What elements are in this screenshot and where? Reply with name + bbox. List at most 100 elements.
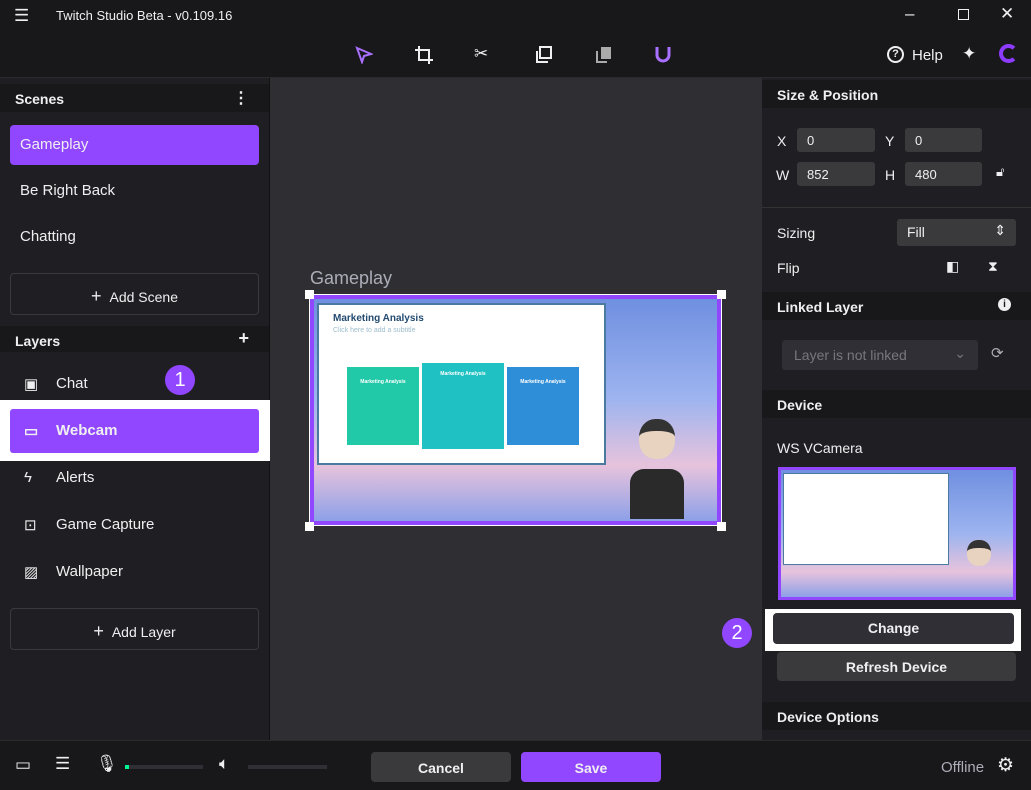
save-button[interactable]: Save bbox=[521, 752, 661, 782]
linked-layer-placeholder: Layer is not linked bbox=[794, 347, 907, 363]
refresh-device-button[interactable]: Refresh Device bbox=[777, 652, 1016, 681]
resize-handle[interactable] bbox=[717, 290, 726, 299]
linked-layer-title: Linked Layer bbox=[777, 299, 864, 315]
plus-icon: + bbox=[90, 286, 102, 306]
y-input[interactable]: 0 bbox=[905, 128, 982, 152]
layer-label: Alerts bbox=[56, 469, 95, 486]
camera-icon[interactable]: ▭ bbox=[15, 755, 31, 775]
slide: Marketing Analysis Click here to add a s… bbox=[317, 303, 606, 465]
layer-label: Chat bbox=[56, 375, 88, 392]
more-options-icon[interactable]: ⋮ bbox=[233, 88, 249, 108]
annotation-badge-2: 2 bbox=[722, 618, 752, 648]
add-layer-plus-icon[interactable]: + bbox=[238, 328, 249, 349]
add-layer-label: Add Layer bbox=[111, 624, 176, 640]
mixer-sliders-icon[interactable]: ☰ bbox=[55, 754, 70, 774]
lock-icon[interactable]: 🔓︎ bbox=[996, 164, 1004, 180]
close-icon[interactable]: ✕ bbox=[1000, 4, 1014, 24]
device-name: WS VCamera bbox=[777, 440, 863, 456]
slide-card: Marketing Analysis bbox=[347, 367, 419, 445]
crop-icon[interactable] bbox=[415, 46, 433, 64]
refresh-link-icon[interactable]: ⟳ bbox=[991, 344, 1004, 362]
speaker-icon[interactable]: 🔈︎ bbox=[219, 754, 229, 774]
plus-icon: + bbox=[93, 621, 104, 641]
thumbnail-slide bbox=[783, 473, 949, 565]
canvas-area: Gameplay Marketing Analysis Click here t… bbox=[270, 78, 762, 740]
scene-item-chatting[interactable]: Chatting bbox=[10, 217, 259, 257]
add-scene-button[interactable]: + Add Scene bbox=[10, 273, 259, 315]
settings-gear-icon[interactable]: ⚙ bbox=[997, 754, 1014, 777]
layers-header: Layers + bbox=[0, 326, 269, 352]
slide-card: Marketing Analysis bbox=[422, 363, 504, 449]
gamepad-icon: ⊡ bbox=[24, 517, 37, 534]
x-input[interactable]: 0 bbox=[797, 128, 875, 152]
properties-panel: Size & Position X 0 Y 0 W 852 H 480 🔓︎ S… bbox=[722, 78, 1031, 740]
flip-horizontal-icon[interactable]: ◧ bbox=[946, 258, 959, 275]
flip-vertical-icon[interactable]: ⧗ bbox=[988, 258, 998, 275]
minimize-icon[interactable]: – bbox=[905, 4, 914, 24]
resize-handle[interactable] bbox=[305, 290, 314, 299]
layers-stack-icon[interactable] bbox=[595, 46, 613, 64]
duplicate-icon[interactable] bbox=[535, 46, 553, 64]
hamburger-icon[interactable]: ☰ bbox=[14, 6, 29, 26]
w-input[interactable]: 852 bbox=[797, 162, 875, 186]
sizing-select[interactable]: Fill ⇕ bbox=[897, 219, 1016, 246]
slide-subtitle: Click here to add a subtitle bbox=[333, 327, 416, 334]
microphone-icon[interactable]: 🎙︎ bbox=[96, 754, 118, 774]
scenes-header: Scenes ⋮ bbox=[0, 84, 269, 112]
info-icon[interactable]: i bbox=[998, 298, 1011, 311]
y-label: Y bbox=[885, 133, 895, 149]
cancel-button[interactable]: Cancel bbox=[371, 752, 511, 782]
chevron-down-icon: ⌄ bbox=[954, 345, 966, 361]
title-bar: ☰ Twitch Studio Beta - v0.109.16 – ✕ bbox=[0, 0, 1031, 32]
sizing-label: Sizing bbox=[777, 225, 816, 241]
layer-item-webcam[interactable]: ▭ Webcam bbox=[10, 409, 259, 453]
slide-card: Marketing Analysis bbox=[507, 367, 579, 445]
alert-icon: ϟ bbox=[24, 469, 32, 486]
linked-layer-header: Linked Layer i bbox=[762, 292, 1031, 320]
layer-item-alerts[interactable]: ϟ Alerts bbox=[10, 456, 259, 500]
add-layer-button[interactable]: + Add Layer bbox=[10, 608, 259, 650]
maximize-icon[interactable] bbox=[958, 9, 969, 20]
slide-title: Marketing Analysis bbox=[333, 313, 424, 324]
resize-handle[interactable] bbox=[305, 522, 314, 531]
scenes-title: Scenes bbox=[15, 91, 65, 107]
x-label: X bbox=[777, 133, 787, 149]
scissors-icon[interactable]: ✂ bbox=[474, 44, 488, 64]
change-device-button[interactable]: Change bbox=[773, 613, 1014, 644]
h-input[interactable]: 480 bbox=[905, 162, 982, 186]
device-options-header[interactable]: Device Options bbox=[762, 702, 1031, 730]
sizing-value: Fill bbox=[907, 224, 925, 240]
help-icon[interactable]: ? bbox=[887, 46, 904, 63]
left-panel: Scenes ⋮ Gameplay Be Right Back Chatting … bbox=[0, 78, 271, 740]
profile-avatar[interactable] bbox=[999, 44, 1018, 63]
w-label: W bbox=[776, 167, 790, 183]
toolbar: ✂ ? Help ✦ bbox=[0, 32, 1031, 78]
help-button[interactable]: Help bbox=[912, 47, 943, 64]
layer-label: Wallpaper bbox=[56, 563, 123, 580]
layer-label: Game Capture bbox=[56, 516, 155, 533]
magnet-icon[interactable] bbox=[654, 45, 672, 65]
window-title: Twitch Studio Beta - v0.109.16 bbox=[56, 8, 233, 23]
avatar-body bbox=[630, 469, 684, 519]
webcam-preview[interactable]: Marketing Analysis Click here to add a s… bbox=[309, 294, 722, 526]
divider bbox=[762, 207, 1031, 208]
sparkle-icon[interactable]: ✦ bbox=[962, 44, 976, 64]
volume-slider[interactable] bbox=[248, 765, 327, 769]
image-icon: ▨ bbox=[24, 564, 39, 581]
h-label: H bbox=[885, 167, 896, 183]
annotation-badge-1: 1 bbox=[165, 365, 195, 395]
bottom-bar: ▭ ☰ 🎙︎ 🔈︎ Cancel Save Offline ⚙ bbox=[0, 740, 1031, 790]
updown-chevron-icon: ⇕ bbox=[994, 222, 1006, 238]
camera-icon: ▭ bbox=[24, 423, 39, 440]
size-position-header: Size & Position bbox=[762, 80, 1031, 108]
linked-layer-select[interactable]: Layer is not linked ⌄ bbox=[782, 340, 978, 370]
resize-handle[interactable] bbox=[717, 522, 726, 531]
scene-item-be-right-back[interactable]: Be Right Back bbox=[10, 171, 259, 211]
avatar-head bbox=[639, 419, 675, 459]
layer-item-wallpaper[interactable]: ▨ Wallpaper bbox=[10, 550, 259, 594]
device-header: Device bbox=[762, 390, 1031, 418]
select-arrow-icon[interactable] bbox=[355, 46, 373, 64]
device-preview-thumbnail bbox=[778, 467, 1016, 600]
layer-item-game-capture[interactable]: ⊡ Game Capture bbox=[10, 503, 259, 547]
scene-item-gameplay[interactable]: Gameplay bbox=[10, 125, 259, 165]
